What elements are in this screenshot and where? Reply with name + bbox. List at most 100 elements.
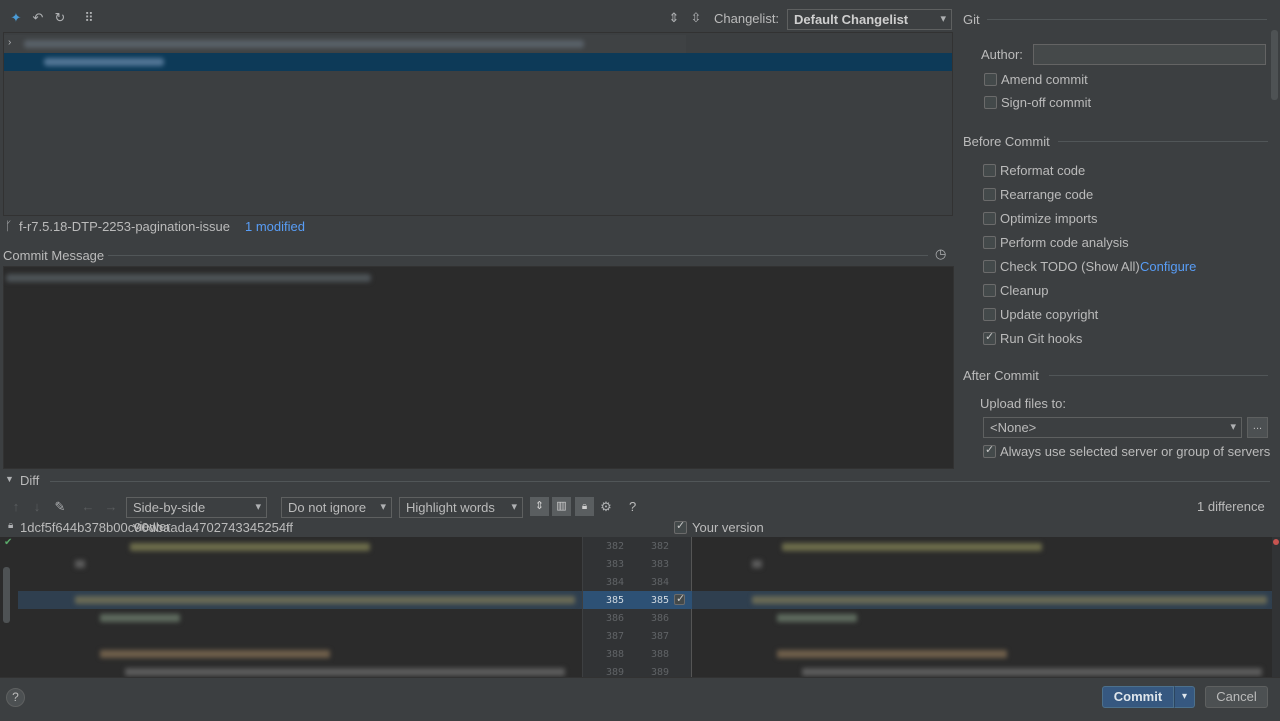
changes-tree: › <box>3 32 953 216</box>
left-code-redacted-3 <box>75 596 575 604</box>
left-line-number: 386 <box>606 613 625 624</box>
show-diff-icon[interactable]: ✦ <box>7 10 25 26</box>
diff-divider <box>50 481 1270 482</box>
left-lock-icon: 🔒︎ <box>8 520 14 531</box>
left-line-number: 387 <box>606 631 625 642</box>
right-code-redacted-6 <box>802 668 1262 676</box>
right-line-number: 386 <box>651 613 670 624</box>
prev-file-icon[interactable]: ← <box>79 499 97 514</box>
signoff-commit-label: Sign-off commit <box>1001 95 1092 110</box>
left-code-redacted-1 <box>130 543 370 551</box>
prev-diff-icon[interactable]: ↑ <box>7 499 25 514</box>
diff-gutter: 382 383 384 385 386 387 388 389 382 383 … <box>582 537 693 678</box>
collapse-unchanged-icon[interactable]: ⇕ <box>530 497 549 516</box>
always-use-server-checkbox[interactable] <box>983 443 996 458</box>
collapse-all-icon[interactable]: ⇳ <box>687 10 705 26</box>
expand-all-icon[interactable]: ⇕ <box>665 10 683 26</box>
git-section-title: Git <box>963 12 980 27</box>
author-input[interactable] <box>1033 44 1266 65</box>
check-todo-label: Check TODO (Show All) <box>1000 259 1140 274</box>
right-code-redacted-1 <box>782 543 1042 551</box>
left-line-number: 383 <box>606 559 625 570</box>
upload-server-select[interactable]: <None> <box>983 417 1242 438</box>
lock-icon[interactable]: 🔒︎ <box>575 497 594 516</box>
cleanup-checkbox[interactable] <box>983 284 996 297</box>
upload-server-browse-button[interactable]: ... <box>1247 417 1268 438</box>
left-line-number: 385 <box>606 595 625 606</box>
right-line-number: 385 <box>651 595 670 606</box>
settings-gear-icon[interactable]: ⚙ <box>597 499 615 515</box>
update-copyright-checkbox[interactable] <box>983 308 996 321</box>
git-divider <box>987 19 1267 20</box>
diff-right-stripe <box>1272 537 1280 677</box>
highlight-mode-select[interactable]: Highlight words <box>399 497 523 518</box>
commit-message-title: Commit Message <box>3 248 105 263</box>
right-code-redacted-3 <box>752 596 1267 604</box>
update-copyright-label: Update copyright <box>1000 307 1099 322</box>
right-line-number: 383 <box>651 559 670 570</box>
commit-button[interactable]: Commit <box>1102 686 1174 708</box>
left-version-hash: 1dcf5f644b378b00c90dbaada4702743345254ff <box>20 520 294 535</box>
your-version-checkbox[interactable] <box>674 519 687 534</box>
optimize-imports-label: Optimize imports <box>1000 211 1098 226</box>
rollback-icon[interactable]: ↶ <box>29 10 47 26</box>
before-commit-title: Before Commit <box>963 134 1050 149</box>
commit-message-text-redacted <box>6 274 371 282</box>
left-code-redacted-6 <box>125 668 565 676</box>
diff-right-pane[interactable] <box>692 537 1272 677</box>
check-todo-checkbox[interactable] <box>983 260 996 273</box>
options-scrollbar[interactable] <box>1271 30 1278 100</box>
group-by-icon[interactable]: ⠿ <box>80 10 98 26</box>
cancel-button[interactable]: Cancel <box>1205 686 1268 708</box>
run-git-hooks-checkbox[interactable] <box>983 330 996 345</box>
edit-source-icon[interactable]: ✎ <box>51 499 69 515</box>
reformat-code-checkbox[interactable] <box>983 164 996 177</box>
diff-title: Diff <box>20 473 40 488</box>
left-code-redacted-2 <box>75 560 85 568</box>
changelist-select[interactable]: Default Changelist <box>787 9 952 30</box>
next-file-icon[interactable]: → <box>102 499 120 514</box>
left-code-redacted-4 <box>100 614 180 622</box>
configure-todo-link[interactable]: Configure <box>1140 259 1196 274</box>
tree-expand-icon[interactable]: › <box>8 37 11 48</box>
left-line-number: 388 <box>606 649 625 660</box>
tree-folder-path-redacted <box>24 40 584 48</box>
history-icon[interactable]: ◷ <box>935 246 946 262</box>
rearrange-code-label: Rearrange code <box>1000 187 1094 202</box>
right-line-number: 382 <box>651 541 670 552</box>
code-analysis-label: Perform code analysis <box>1000 235 1129 250</box>
viewer-mode-select[interactable]: Side-by-side viewer <box>126 497 267 534</box>
dialog-help-button[interactable]: ? <box>6 688 25 707</box>
right-line-number: 387 <box>651 631 670 642</box>
right-code-redacted-2 <box>752 560 762 568</box>
include-change-checkbox[interactable] <box>674 592 685 605</box>
signoff-commit-checkbox[interactable] <box>984 96 997 109</box>
branch-icon: ᚴ <box>5 219 13 233</box>
author-label: Author: <box>981 47 1023 62</box>
left-scrollbar[interactable] <box>3 567 10 623</box>
changelist-label: Changelist: <box>714 11 780 26</box>
code-analysis-checkbox[interactable] <box>983 236 996 249</box>
diff-left-pane[interactable]: ✔ <box>0 537 582 677</box>
tree-row-file[interactable] <box>4 53 952 71</box>
no-errors-icon: ✔ <box>4 537 13 548</box>
amend-commit-checkbox[interactable] <box>984 73 997 86</box>
sync-scroll-icon[interactable]: ▥ <box>552 497 571 516</box>
diff-help-button[interactable]: ? <box>629 499 636 514</box>
branch-name: f-r7.5.18-DTP-2253-pagination-issue <box>19 219 230 234</box>
rearrange-code-checkbox[interactable] <box>983 188 996 201</box>
ignore-whitespace-select[interactable]: Do not ignore <box>281 497 392 518</box>
commit-message-editor[interactable] <box>3 266 954 469</box>
optimize-imports-checkbox[interactable] <box>983 212 996 225</box>
modified-count[interactable]: 1 modified <box>245 219 305 234</box>
dialog-footer: ? Commit ▾ Cancel <box>0 677 1280 721</box>
always-use-server-label: Always use selected server or group of s… <box>1000 444 1271 459</box>
diff-collapse-icon[interactable]: ▼ <box>5 474 14 484</box>
right-code-redacted-4 <box>777 614 857 622</box>
refresh-icon[interactable]: ↻ <box>51 10 69 26</box>
commit-options-dropdown[interactable]: ▾ <box>1174 686 1195 708</box>
next-diff-icon[interactable]: ↓ <box>28 499 46 514</box>
tree-row-folder[interactable]: › <box>4 35 686 53</box>
amend-commit-label: Amend commit <box>1001 72 1088 87</box>
run-git-hooks-label: Run Git hooks <box>1000 331 1083 346</box>
